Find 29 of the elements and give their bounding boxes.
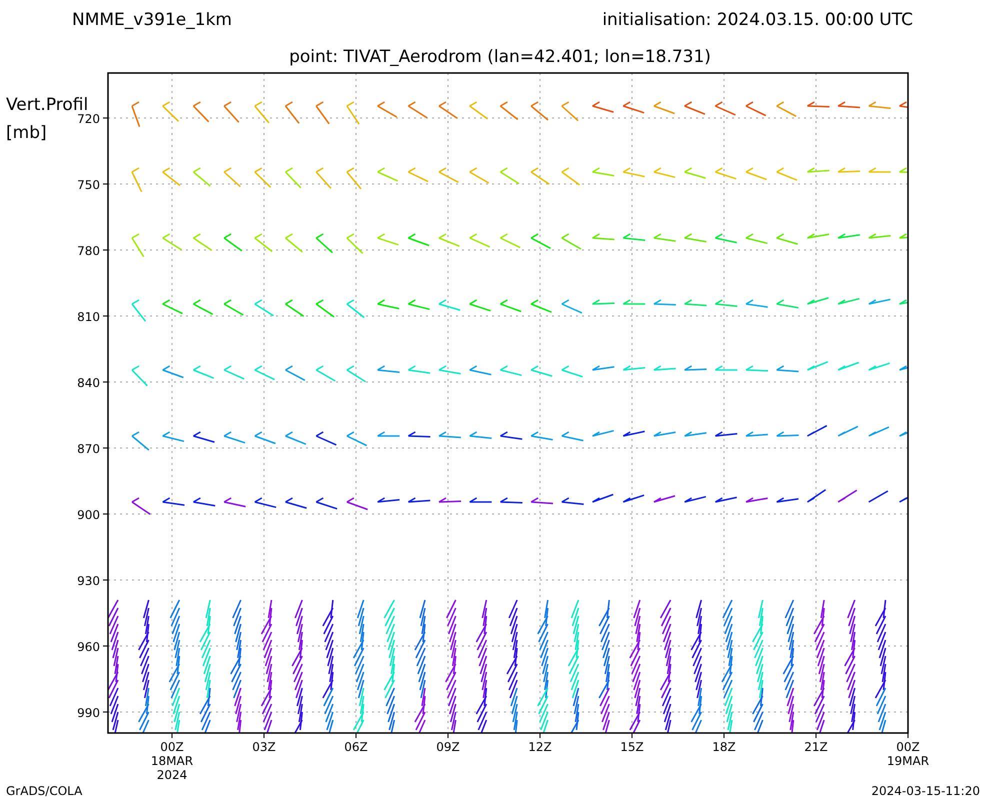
x-tick-label: 21Z bbox=[804, 740, 828, 754]
x-tick-label: 00Z bbox=[160, 740, 184, 754]
x-tick-label: 03Z bbox=[252, 740, 276, 754]
y-tick-label: 720 bbox=[77, 112, 100, 126]
y-tick-label: 870 bbox=[77, 442, 100, 456]
x-tick-label: 15Z bbox=[620, 740, 644, 754]
initialisation-time: initialisation: 2024.03.15. 00:00 UTC bbox=[602, 10, 913, 30]
plot-title: point: TIVAT_Aerodrom (lan=42.401; lon=18.731) bbox=[289, 47, 711, 67]
y-tick-label: 900 bbox=[77, 508, 100, 522]
date-label: 2024 bbox=[156, 768, 188, 782]
x-tick-label: 00Z bbox=[896, 740, 920, 754]
y-tick-label: 810 bbox=[77, 310, 100, 324]
x-tick-label: 12Z bbox=[528, 740, 552, 754]
date-label: 18MAR bbox=[150, 754, 194, 768]
y-tick-label: 930 bbox=[77, 574, 100, 588]
y-axis-label: Vert.Profil bbox=[6, 95, 88, 115]
footer-credit: GrADS/COLA bbox=[6, 784, 82, 798]
date-label: 19MAR bbox=[886, 754, 930, 768]
y-tick-label: 750 bbox=[77, 178, 100, 192]
footer-timestamp: 2024-03-15-11:20 bbox=[871, 784, 980, 798]
y-tick-label: 990 bbox=[77, 706, 100, 720]
y-tick-label: 780 bbox=[77, 244, 100, 258]
y-tick-label: 960 bbox=[77, 640, 100, 654]
model-name: NMME_v391e_1km bbox=[72, 10, 232, 30]
y-tick-label: 840 bbox=[77, 376, 100, 390]
x-tick-label: 09Z bbox=[436, 740, 460, 754]
y-axis-label: [mb] bbox=[6, 123, 47, 143]
x-tick-label: 18Z bbox=[712, 740, 736, 754]
x-tick-label: 06Z bbox=[344, 740, 368, 754]
